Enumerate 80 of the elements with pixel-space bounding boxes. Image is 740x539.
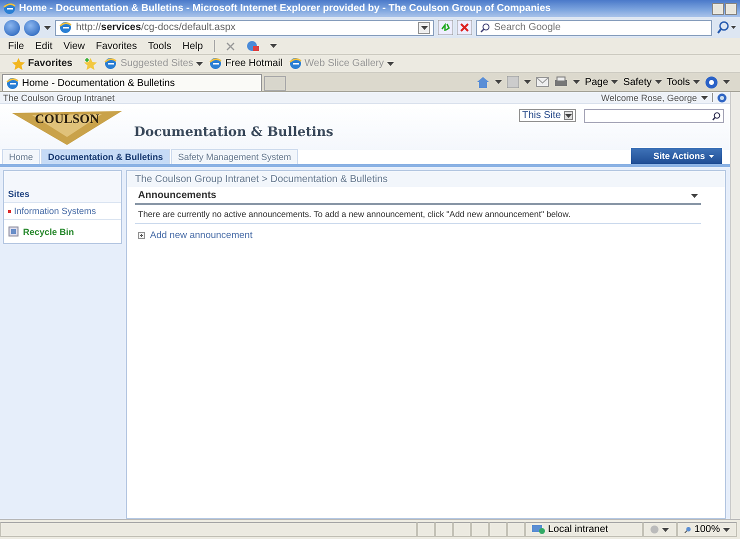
site-link[interactable]: The Coulson Group Intranet bbox=[3, 92, 115, 102]
recycle-bin-link[interactable]: Recycle Bin bbox=[4, 220, 121, 243]
caret-icon bbox=[270, 44, 277, 48]
command-button[interactable]: Safety bbox=[623, 76, 662, 88]
protected-mode-button[interactable] bbox=[643, 522, 677, 537]
nav-tab[interactable]: Documentation & Bulletins bbox=[41, 149, 170, 164]
announcement-message: There are currently no active announcements. To add a new announcement, click "Add new announcement" below. bbox=[135, 205, 701, 224]
web-part-menu-icon bbox=[691, 194, 698, 198]
caret-icon bbox=[709, 154, 714, 158]
scrollbar[interactable] bbox=[730, 92, 740, 519]
welcome-menu[interactable]: Welcome Rose, George bbox=[601, 92, 697, 102]
nav-tab[interactable]: Home bbox=[2, 149, 40, 164]
favorites-link[interactable]: Free Hotmail bbox=[209, 57, 283, 70]
caret-icon bbox=[701, 96, 708, 100]
zoom-icon bbox=[684, 524, 692, 534]
status-pane bbox=[507, 522, 525, 537]
caret-icon bbox=[565, 114, 572, 118]
menu-item[interactable]: Favorites bbox=[96, 40, 137, 52]
window-title: Home - Documentation & Bulletins - Microsoft Internet Explorer provided by - The Coulson Group of Companies bbox=[19, 3, 552, 14]
caret-icon bbox=[196, 62, 204, 66]
caret-icon bbox=[420, 26, 428, 30]
menu-item[interactable]: File bbox=[8, 40, 24, 52]
add-announcement-link[interactable]: Add new announcement bbox=[135, 224, 701, 247]
search-icon[interactable] bbox=[712, 112, 721, 120]
recycle-bin-icon bbox=[8, 226, 19, 237]
caret-icon bbox=[693, 80, 700, 84]
sidebar-heading[interactable]: Sites bbox=[4, 171, 121, 203]
minimize-button[interactable] bbox=[712, 2, 724, 14]
caret-icon bbox=[494, 80, 502, 84]
command-button[interactable]: Tools bbox=[666, 76, 700, 88]
help-icon[interactable] bbox=[717, 92, 727, 102]
caret-icon bbox=[524, 80, 531, 84]
mail-icon[interactable] bbox=[536, 77, 549, 87]
security-zone: Local intranet bbox=[525, 522, 643, 537]
address-field[interactable]: http://services/cg-docs/default.aspx bbox=[55, 20, 434, 36]
command-button[interactable]: Page bbox=[584, 76, 618, 88]
caret-icon bbox=[723, 528, 730, 532]
new-tab-button[interactable] bbox=[264, 76, 286, 91]
caret-icon bbox=[654, 80, 662, 84]
maximize-button[interactable] bbox=[725, 2, 737, 14]
stop-icon[interactable] bbox=[457, 20, 472, 35]
printer-icon[interactable] bbox=[554, 76, 568, 88]
network-icon bbox=[532, 524, 545, 535]
menu-item[interactable]: View bbox=[63, 40, 85, 52]
search-field[interactable]: Search Google bbox=[476, 20, 712, 36]
help-icon[interactable] bbox=[705, 76, 718, 88]
web-part-title: Announcements bbox=[138, 190, 216, 201]
close-icon[interactable] bbox=[226, 42, 235, 50]
history-caret-icon bbox=[44, 26, 51, 30]
site-search-field[interactable] bbox=[584, 109, 724, 123]
plus-icon bbox=[138, 232, 145, 239]
caret-icon bbox=[662, 528, 669, 532]
browser-tab[interactable]: Home - Documentation & Bulletins bbox=[2, 74, 262, 91]
menu-item[interactable]: Tools bbox=[148, 40, 172, 52]
menu-item[interactable]: Help bbox=[182, 40, 203, 52]
caret-icon bbox=[723, 80, 730, 84]
add-favorite-icon[interactable] bbox=[84, 58, 98, 70]
status-pane bbox=[453, 522, 471, 537]
status-pane bbox=[471, 522, 489, 537]
site-title: Documentation & Bulletins bbox=[134, 124, 334, 140]
site-actions-button[interactable]: Site Actions bbox=[631, 148, 722, 164]
caret-icon bbox=[611, 80, 618, 84]
home-icon[interactable] bbox=[476, 76, 490, 88]
star-icon bbox=[12, 58, 25, 70]
search-icon[interactable] bbox=[716, 20, 736, 35]
search-icon bbox=[480, 22, 490, 32]
menu-item[interactable]: Edit bbox=[35, 40, 52, 52]
status-pane bbox=[435, 522, 453, 537]
back-button[interactable] bbox=[4, 20, 20, 36]
zoom-button[interactable]: 100% bbox=[677, 522, 737, 537]
forward-button[interactable] bbox=[24, 20, 40, 36]
sidebar-item[interactable]: Information Systems bbox=[4, 203, 121, 220]
refresh-icon[interactable] bbox=[438, 20, 453, 35]
nav-tab[interactable]: Safety Management System bbox=[171, 149, 298, 164]
search-scope-dropdown[interactable]: This Site bbox=[519, 109, 576, 122]
favorites-button[interactable]: Favorites bbox=[6, 56, 78, 70]
caret-icon bbox=[386, 62, 394, 66]
caret-icon bbox=[572, 80, 580, 84]
status-pane bbox=[489, 522, 507, 537]
breadcrumb: The Coulson Group Intranet > Documentation & Bulletins bbox=[127, 171, 725, 187]
